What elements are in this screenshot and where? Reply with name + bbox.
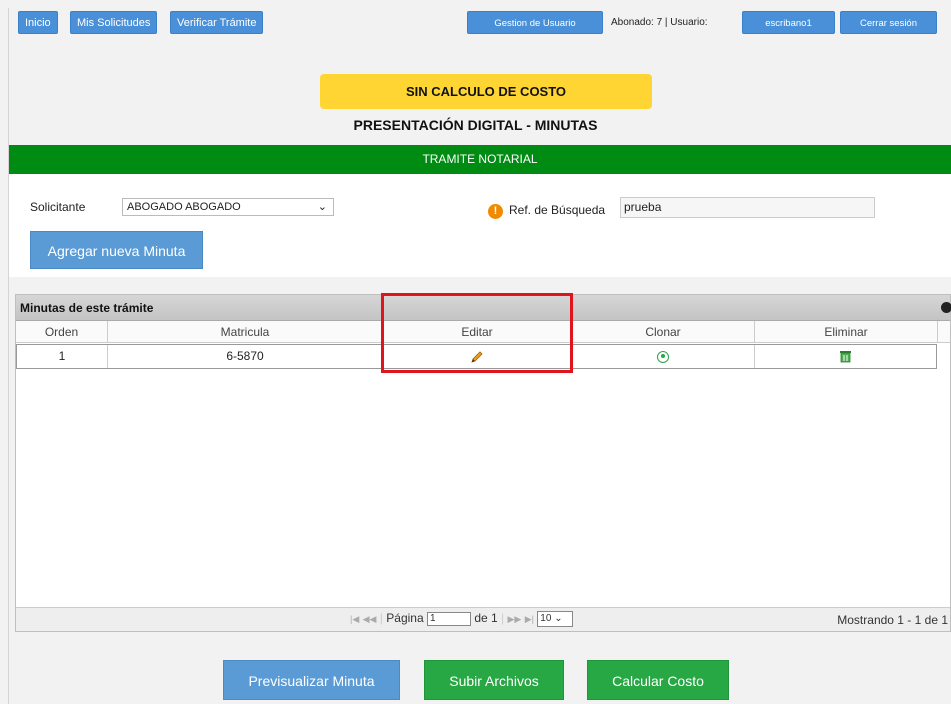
highlight-box (381, 293, 573, 373)
column-header-matricula[interactable]: Matricula (108, 321, 383, 343)
page-size-select[interactable]: 10 ⌄ (537, 611, 574, 627)
next-page-icon[interactable]: ▶▶ (508, 614, 522, 624)
grid-pager: |◀ ◀◀ | Página 1 de 1 | ▶▶ ▶| 10 ⌄ Mostr… (16, 607, 950, 631)
calculate-cost-button[interactable]: Calcular Costo (587, 660, 729, 700)
nav-gestion-usuario-button[interactable]: Gestion de Usuario (467, 11, 603, 34)
page-total: de 1 (474, 611, 498, 626)
ref-busqueda-label: Ref. de Búsqueda (509, 203, 606, 217)
warning-icon: ! (488, 204, 503, 219)
page-label: Página (386, 611, 424, 626)
upload-files-button[interactable]: Subir Archivos (424, 660, 564, 700)
preview-minuta-button[interactable]: Previsualizar Minuta (223, 660, 400, 700)
ref-busqueda-input[interactable]: prueba (620, 197, 875, 218)
clone-icon[interactable] (657, 350, 669, 363)
column-header-eliminar[interactable]: Eliminar (755, 321, 938, 343)
page-title: PRESENTACIÓN DIGITAL - MINUTAS (353, 117, 598, 133)
solicitante-label: Solicitante (30, 200, 86, 214)
grid-caption-label: Minutas de este trámite (20, 301, 154, 315)
orden-cell: 1 (17, 345, 108, 368)
clonar-cell (572, 345, 755, 368)
nav-mis-solicitudes-button[interactable]: Mis Solicitudes (70, 11, 158, 34)
solicitante-select[interactable]: ABOGADO ABOGADO ⌄ (122, 198, 334, 216)
abonado-info: Abonado: 7 | Usuario: (611, 17, 708, 28)
section-bar: TRAMITE NOTARIAL (9, 145, 951, 174)
page: Inicio Mis Solicitudes Verificar Trámite… (0, 0, 951, 704)
column-header-orden[interactable]: Orden (16, 321, 108, 343)
first-page-icon[interactable]: |◀ (350, 614, 359, 624)
nav-inicio-button[interactable]: Inicio (18, 11, 58, 34)
solicitante-value: ABOGADO ABOGADO (127, 201, 241, 213)
prev-page-icon[interactable]: ◀◀ (363, 614, 377, 624)
add-minuta-button[interactable]: Agregar nueva Minuta (30, 231, 203, 269)
nav-verificar-tramite-button[interactable]: Verificar Trámite (170, 11, 264, 34)
page-size-value: 10 (540, 613, 552, 624)
username-button[interactable]: escribano1 (742, 11, 835, 34)
collapse-icon[interactable] (941, 302, 951, 313)
last-page-icon[interactable]: ▶| (525, 614, 534, 624)
logout-button[interactable]: Cerrar sesión (840, 11, 937, 34)
cost-status-banner: SIN CALCULO DE COSTO (320, 74, 652, 109)
matricula-cell: 6-5870 (108, 345, 383, 368)
delete-trash-icon[interactable] (839, 350, 852, 363)
column-header-clonar[interactable]: Clonar (572, 321, 755, 343)
pager-controls: |◀ ◀◀ | Página 1 de 1 | ▶▶ ▶| 10 ⌄ (350, 611, 574, 627)
eliminar-cell (755, 345, 936, 368)
page-number-input[interactable]: 1 (426, 612, 471, 626)
pager-summary: Mostrando 1 - 1 de 1 (837, 613, 948, 627)
chevron-down-icon: ⌄ (317, 201, 327, 213)
